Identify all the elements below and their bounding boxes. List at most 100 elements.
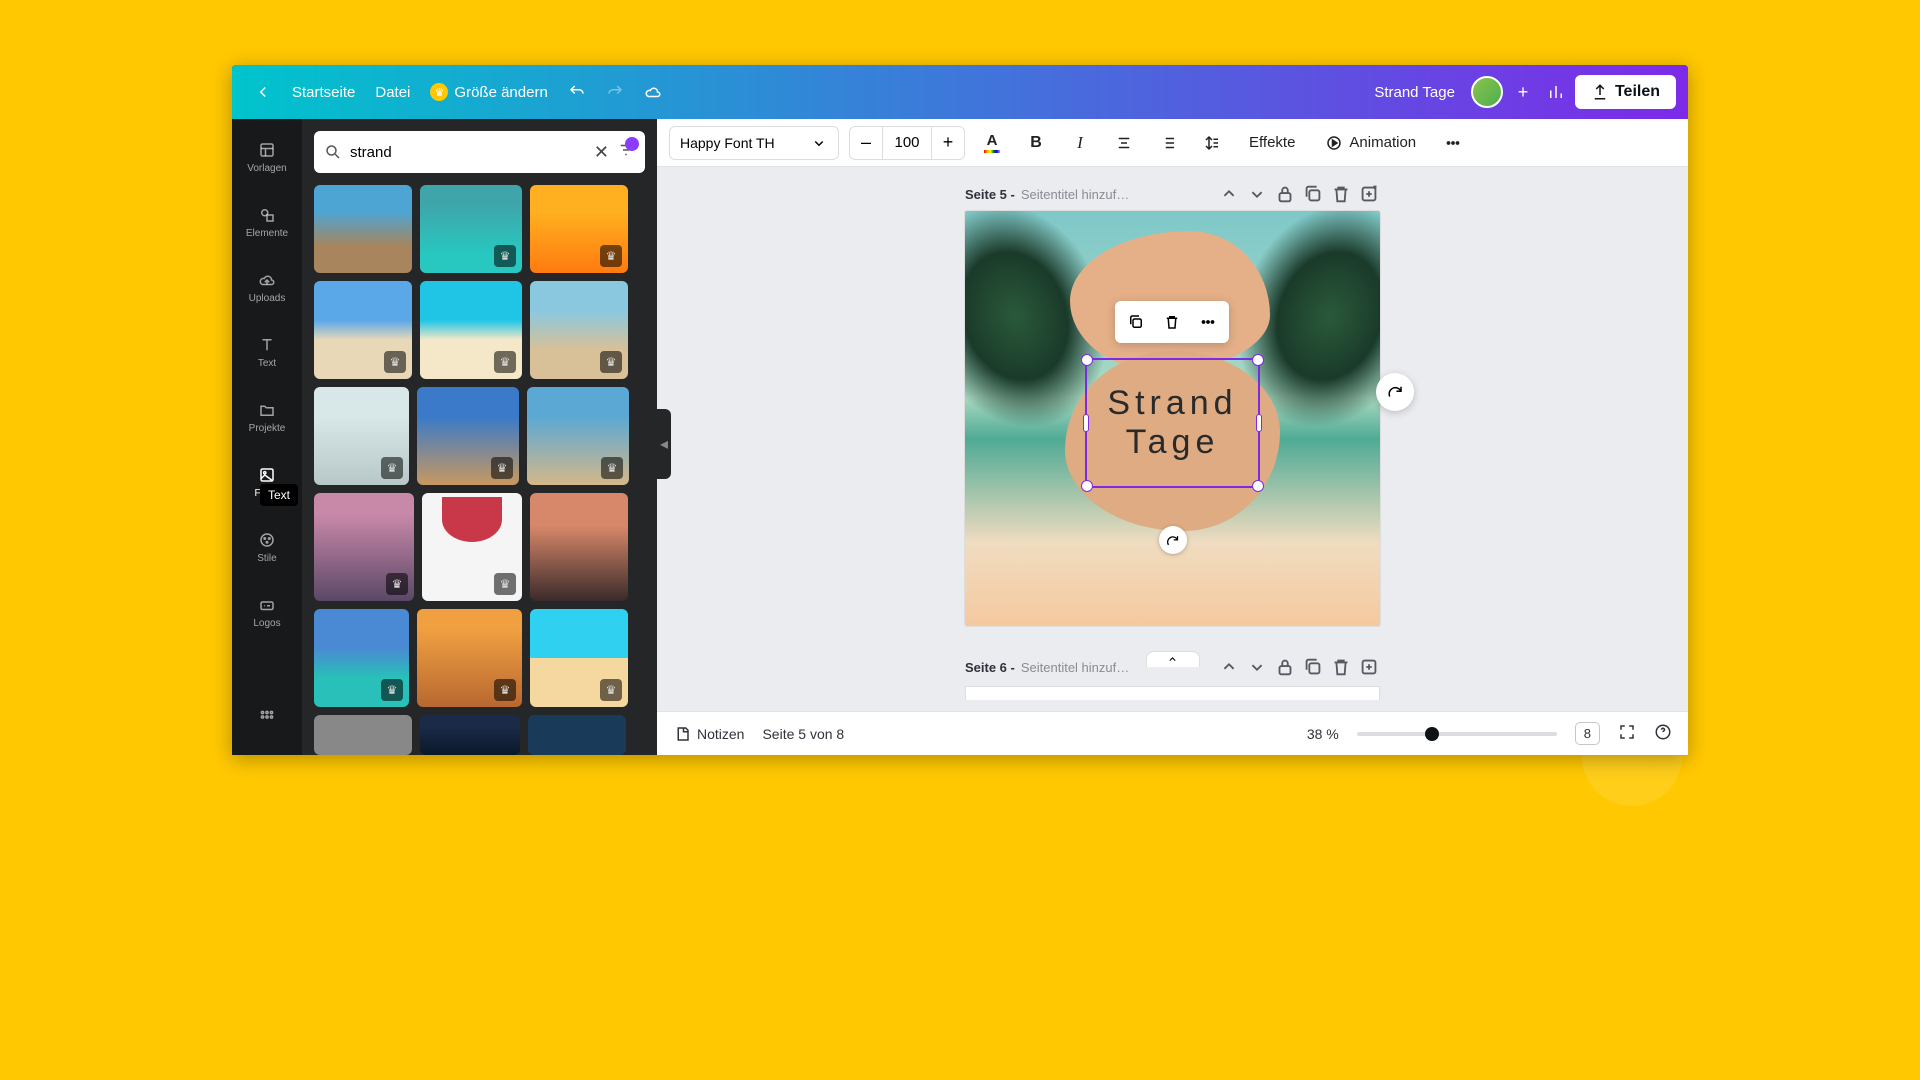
- lock-icon[interactable]: [1274, 183, 1296, 205]
- font-selector[interactable]: Happy Font TH: [669, 126, 839, 160]
- search-input[interactable]: [350, 144, 586, 161]
- animation-button[interactable]: Animation: [1315, 126, 1426, 160]
- photo-thumb[interactable]: [527, 387, 629, 485]
- chevron-down-icon: [810, 134, 828, 152]
- resize-label: Größe ändern: [454, 84, 547, 101]
- selection-handle[interactable]: [1081, 354, 1093, 366]
- rail-styles[interactable]: Stile: [232, 515, 302, 580]
- photo-thumb[interactable]: [314, 715, 412, 755]
- analytics-button[interactable]: [1537, 77, 1575, 107]
- back-button[interactable]: [244, 77, 282, 107]
- photo-thumb[interactable]: [422, 493, 522, 601]
- footer-bar: Notizen Seite 5 von 8 38 % 8: [657, 711, 1688, 755]
- page-title-input[interactable]: Seitentitel hinzuf…: [1021, 187, 1212, 202]
- collapse-up-icon[interactable]: [1218, 656, 1240, 678]
- font-size-value[interactable]: 100: [883, 127, 931, 159]
- photos-panel: ✕: [302, 119, 657, 755]
- avatar[interactable]: [1471, 76, 1503, 108]
- rail-text[interactable]: Text: [232, 320, 302, 385]
- rotate-handle[interactable]: [1159, 526, 1187, 554]
- redo-button[interactable]: [596, 77, 634, 107]
- undo-button[interactable]: [558, 77, 596, 107]
- page-header-5: Seite 5 - Seitentitel hinzuf…: [965, 183, 1380, 205]
- zoom-thumb[interactable]: [1425, 727, 1439, 741]
- photo-thumb[interactable]: [314, 609, 409, 707]
- resize-button[interactable]: ♛Größe ändern: [420, 77, 557, 107]
- context-delete-button[interactable]: [1155, 305, 1189, 339]
- rail-templates[interactable]: Vorlagen: [232, 125, 302, 190]
- design-page-5[interactable]: Strand Tage: [965, 211, 1380, 626]
- trash-icon[interactable]: [1330, 656, 1352, 678]
- photo-thumb[interactable]: [314, 281, 412, 379]
- photo-thumb[interactable]: [420, 715, 520, 755]
- home-button[interactable]: Startseite: [282, 78, 365, 107]
- photo-thumb[interactable]: [530, 493, 628, 601]
- photo-thumb[interactable]: [530, 281, 628, 379]
- collapse-up-icon[interactable]: [1218, 183, 1240, 205]
- page-number: Seite 5 -: [965, 187, 1015, 202]
- photo-thumb[interactable]: [417, 387, 519, 485]
- photo-thumb[interactable]: [530, 609, 628, 707]
- regenerate-button[interactable]: [1376, 373, 1414, 411]
- photo-thumb[interactable]: [530, 185, 628, 273]
- side-rail: Vorlagen Elemente Uploads Text Text Proj…: [232, 119, 302, 755]
- selection-handle[interactable]: [1252, 354, 1264, 366]
- selection-handle[interactable]: [1252, 480, 1264, 492]
- filter-button[interactable]: [617, 141, 635, 164]
- photo-grid[interactable]: [302, 185, 657, 755]
- photo-thumb[interactable]: [528, 715, 626, 755]
- context-duplicate-button[interactable]: [1119, 305, 1153, 339]
- help-button[interactable]: [1654, 723, 1672, 744]
- context-more-button[interactable]: [1191, 305, 1225, 339]
- cloud-sync-icon[interactable]: [634, 77, 672, 107]
- photo-thumb[interactable]: [314, 387, 409, 485]
- selection-handle[interactable]: [1083, 414, 1089, 432]
- list-button[interactable]: [1151, 126, 1185, 160]
- trash-icon[interactable]: [1330, 183, 1352, 205]
- photo-thumb[interactable]: [314, 185, 412, 273]
- bold-button[interactable]: B: [1019, 126, 1053, 160]
- spacing-button[interactable]: [1195, 126, 1229, 160]
- photo-thumb[interactable]: [417, 609, 522, 707]
- pages-count-pill[interactable]: 8: [1575, 722, 1600, 745]
- zoom-value[interactable]: 38 %: [1307, 726, 1339, 742]
- add-page-icon[interactable]: [1358, 183, 1380, 205]
- text-toolbar: Happy Font TH – 100 + A B I Effekte Anim…: [657, 119, 1688, 167]
- expand-down-icon[interactable]: [1246, 656, 1268, 678]
- font-size-increase[interactable]: +: [932, 127, 964, 159]
- duplicate-icon[interactable]: [1302, 656, 1324, 678]
- more-toolbar-button[interactable]: [1436, 126, 1470, 160]
- photo-thumb[interactable]: [420, 185, 522, 273]
- selection-handle[interactable]: [1081, 480, 1093, 492]
- expand-down-icon[interactable]: [1246, 183, 1268, 205]
- selection-handle[interactable]: [1256, 414, 1262, 432]
- effects-button[interactable]: Effekte: [1239, 126, 1305, 160]
- duplicate-icon[interactable]: [1302, 183, 1324, 205]
- add-member-button[interactable]: +: [1509, 78, 1537, 106]
- canvas-scroll[interactable]: Seite 5 - Seitentitel hinzuf…: [657, 167, 1688, 711]
- design-page-6-peek[interactable]: [965, 686, 1380, 700]
- align-button[interactable]: [1107, 126, 1141, 160]
- rail-projects[interactable]: Projekte: [232, 385, 302, 450]
- add-page-icon[interactable]: [1358, 656, 1380, 678]
- document-title[interactable]: Strand Tage: [1364, 78, 1465, 107]
- selected-textbox[interactable]: Strand Tage: [1085, 358, 1260, 488]
- lock-icon[interactable]: [1274, 656, 1296, 678]
- italic-button[interactable]: I: [1063, 126, 1097, 160]
- rail-logos[interactable]: Logos: [232, 580, 302, 645]
- rail-more[interactable]: [232, 684, 302, 749]
- file-menu[interactable]: Datei: [365, 78, 420, 107]
- photo-thumb[interactable]: [314, 493, 414, 601]
- clear-search-button[interactable]: ✕: [594, 142, 609, 163]
- font-size-decrease[interactable]: –: [850, 127, 882, 159]
- search-box: ✕: [314, 131, 645, 173]
- notes-button[interactable]: Notizen: [673, 725, 744, 743]
- photo-thumb[interactable]: [420, 281, 522, 379]
- rail-elements[interactable]: Elemente: [232, 190, 302, 255]
- text-color-button[interactable]: A: [975, 126, 1009, 160]
- share-button[interactable]: Teilen: [1575, 75, 1676, 109]
- expand-pages-tab[interactable]: [1146, 651, 1200, 667]
- rail-uploads[interactable]: Uploads: [232, 255, 302, 320]
- fullscreen-button[interactable]: [1618, 723, 1636, 744]
- zoom-slider[interactable]: [1357, 732, 1557, 736]
